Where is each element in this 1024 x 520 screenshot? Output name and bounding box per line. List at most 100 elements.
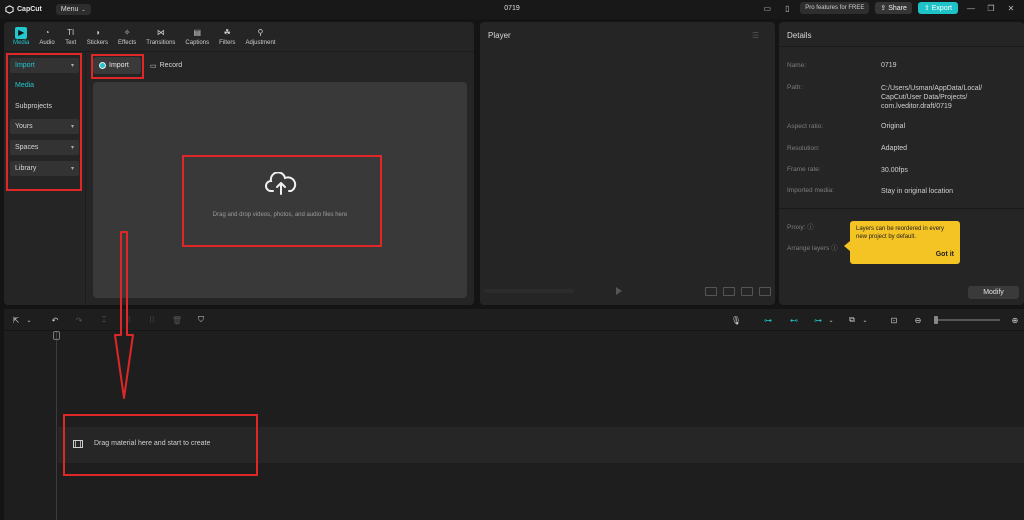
text-icon: TI <box>65 27 77 39</box>
app-name: CapCut <box>17 6 42 13</box>
undo-icon[interactable]: ↶ <box>49 314 61 326</box>
menu-button-label: Menu <box>61 6 79 13</box>
modify-button[interactable]: Modify <box>968 286 1019 299</box>
ratio-icon[interactable] <box>741 287 753 296</box>
tab-label: Adjustment <box>245 40 275 46</box>
capcut-logo-icon <box>5 5 14 14</box>
toolbar-tabs: ▶Media◔AudioTIText◑Stickers✧Effects⋈Tran… <box>4 22 474 52</box>
detail-label-arrange: Arrange layers ⓘ <box>787 242 838 252</box>
tab-text[interactable]: TIText <box>60 22 82 50</box>
chevron-down-icon[interactable]: ⌄ <box>859 314 871 326</box>
tab-label: Audio <box>39 40 54 46</box>
divider <box>779 46 1024 47</box>
linkage-icon[interactable]: ⊶ <box>812 314 824 326</box>
tab-label: Text <box>65 40 76 46</box>
highlight-box-dropzone <box>182 155 382 247</box>
page-icon[interactable]: ▯ <box>780 2 794 14</box>
fullscreen-icon[interactable] <box>759 287 771 296</box>
delete-icon[interactable]: 🗑 <box>171 314 183 326</box>
zoom-slider[interactable] <box>936 319 1000 321</box>
split-icon[interactable]: ⌶ <box>98 314 110 326</box>
capcut-window: CapCut Menu⌄ 0719 ▭ ▯ Pro features for F… <box>0 0 1024 520</box>
info-icon[interactable]: ⓘ <box>807 224 814 231</box>
highlight-box-sidebar <box>6 53 82 191</box>
export-icon: ⇧ <box>924 4 930 12</box>
tooltip-text: Layers can be reordered in every new pro… <box>856 226 944 240</box>
quality-icon[interactable] <box>705 287 717 296</box>
share-button[interactable]: ⇪Share <box>875 2 912 14</box>
detail-value-imported: Stay in original location <box>881 187 953 196</box>
share-label: Share <box>888 5 907 12</box>
tab-label: Transitions <box>146 40 175 46</box>
main-track-magnet-icon[interactable]: ⊶ <box>762 314 774 326</box>
tab-adjustment[interactable]: ⚲Adjustment <box>240 22 280 50</box>
captions-icon: ▤ <box>191 27 203 39</box>
layers-tooltip: Layers can be reordered in every new pro… <box>850 221 960 264</box>
annotation-arrow-icon <box>112 230 136 400</box>
detail-label-imported: Imported media: <box>787 187 834 194</box>
menu-button[interactable]: Menu⌄ <box>56 4 91 15</box>
export-label: Export <box>932 5 952 12</box>
tab-label: Media <box>13 40 29 46</box>
tab-transitions[interactable]: ⋈Transitions <box>141 22 180 50</box>
tab-stickers[interactable]: ◑Stickers <box>82 22 113 50</box>
tab-captions[interactable]: ▤Captions <box>180 22 214 50</box>
app-logo: CapCut <box>0 5 42 14</box>
media-icon: ▶ <box>15 27 27 39</box>
camera-icon: ▭ <box>150 62 157 70</box>
playhead-handle[interactable] <box>53 331 60 340</box>
record-button[interactable]: ▭Record <box>147 57 189 74</box>
redo-icon[interactable]: ↷ <box>73 314 85 326</box>
maximize-icon[interactable]: ❐ <box>984 2 998 14</box>
tab-media[interactable]: ▶Media <box>8 22 34 50</box>
marker-icon[interactable]: ⛉ <box>195 314 207 326</box>
preview-axis-icon[interactable]: ⧉ <box>846 314 858 326</box>
export-button[interactable]: ⇧Export <box>918 2 958 14</box>
arrange-label: Arrange layers <box>787 245 829 252</box>
detail-value-path: C:/Users/Usman/AppData/Local/ CapCut/Use… <box>881 84 991 111</box>
chevron-down-icon: ⌄ <box>81 7 85 13</box>
detail-label-proxy: Proxy: ⓘ <box>787 221 814 231</box>
record-label: Record <box>160 62 183 69</box>
crop-icon[interactable] <box>723 287 735 296</box>
detail-label-resolution: Resolution: <box>787 145 820 152</box>
player-panel <box>480 22 775 305</box>
got-it-button[interactable]: Got it <box>936 251 954 259</box>
adjustment-icon: ⚲ <box>254 27 266 39</box>
pro-features-button[interactable]: Pro features for FREE <box>800 2 869 14</box>
tab-effects[interactable]: ✧Effects <box>113 22 141 50</box>
timecode-bar <box>484 289 574 293</box>
fit-timeline-icon[interactable]: ⊡ <box>888 314 900 326</box>
split-right-icon[interactable]: ⌷ <box>146 314 158 326</box>
tab-filters[interactable]: ☘Filters <box>214 22 240 50</box>
detail-value-framerate: 30.00fps <box>881 166 908 175</box>
microphone-icon[interactable]: 🎙 <box>730 314 742 326</box>
detail-label-name: Name: <box>787 62 806 69</box>
proxy-label: Proxy: <box>787 224 805 231</box>
zoom-slider-handle[interactable] <box>934 316 938 324</box>
play-icon[interactable] <box>616 287 622 295</box>
tab-label: Stickers <box>87 40 108 46</box>
zoom-out-icon[interactable]: ⊖ <box>912 314 924 326</box>
divider <box>4 330 1024 331</box>
chevron-down-icon[interactable]: ⌄ <box>825 314 837 326</box>
menu-icon[interactable]: ☰ <box>752 31 759 40</box>
tab-label: Captions <box>185 40 209 46</box>
layout-icon[interactable]: ▭ <box>760 2 774 14</box>
tab-audio[interactable]: ◔Audio <box>34 22 59 50</box>
detail-value-name: 0719 <box>881 61 897 70</box>
info-icon[interactable]: ⓘ <box>831 245 838 252</box>
zoom-in-icon[interactable]: ⊕ <box>1009 314 1021 326</box>
audio-icon: ◔ <box>41 27 53 39</box>
divider <box>779 208 1024 209</box>
playhead-line <box>56 332 57 520</box>
player-view-controls <box>699 287 771 296</box>
auto-snap-icon[interactable]: ⊷ <box>788 314 800 326</box>
minimize-icon[interactable]: — <box>964 2 978 14</box>
chevron-down-icon[interactable]: ⌄ <box>23 314 35 326</box>
titlebar-actions: ▭ ▯ Pro features for FREE ⇪Share ⇧Export… <box>760 2 1018 14</box>
close-icon[interactable]: ✕ <box>1004 2 1018 14</box>
detail-label-framerate: Frame rate: <box>787 166 821 173</box>
select-tool-icon[interactable]: ⇱ <box>10 314 22 326</box>
player-title: Player <box>488 31 511 40</box>
